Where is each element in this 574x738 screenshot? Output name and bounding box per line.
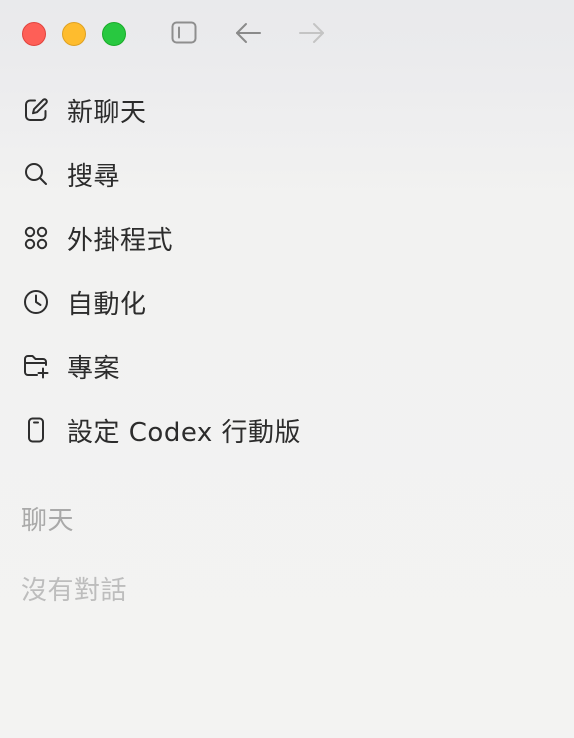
compose-icon — [22, 96, 50, 124]
minimize-window-button[interactable] — [62, 22, 86, 46]
nav-item-plugins[interactable]: 外掛程式 — [12, 214, 552, 262]
maximize-window-button[interactable] — [102, 22, 126, 46]
folder-add-icon — [22, 352, 50, 380]
toggle-sidebar-button[interactable] — [168, 18, 200, 48]
nav-item-label: 外掛程式 — [67, 225, 174, 256]
nav-item-setup-mobile[interactable]: 設定 Codex 行動版 — [12, 406, 552, 454]
forward-button[interactable] — [296, 18, 328, 48]
plugins-grid-icon — [22, 224, 50, 252]
nav-item-projects[interactable]: 專案 — [12, 342, 552, 390]
back-button[interactable] — [232, 18, 264, 48]
search-icon — [22, 160, 50, 188]
nav-item-label: 設定 Codex 行動版 — [67, 417, 302, 448]
chats-section-title: 聊天 — [21, 506, 75, 536]
no-chats-placeholder: 沒有對話 — [21, 576, 128, 606]
nav-item-label: 自動化 — [67, 289, 147, 320]
nav-item-label: 新聊天 — [67, 97, 147, 128]
app-window: 新聊天 搜尋 外掛程式 自動化 專案 設定 Codex 行動版 聊天 沒有對話 — [0, 0, 574, 738]
clock-icon — [22, 288, 50, 316]
title-bar — [0, 0, 574, 66]
nav-item-automation[interactable]: 自動化 — [12, 278, 552, 326]
sidebar-toggle-icon — [171, 21, 197, 44]
nav-item-label: 搜尋 — [67, 161, 121, 192]
nav-item-new-chat[interactable]: 新聊天 — [12, 86, 552, 134]
mobile-phone-icon — [22, 416, 50, 444]
close-window-button[interactable] — [22, 22, 46, 46]
arrow-right-icon — [299, 23, 324, 43]
nav-item-label: 專案 — [67, 353, 121, 384]
nav-item-search[interactable]: 搜尋 — [12, 150, 552, 198]
arrow-left-icon — [236, 23, 261, 43]
